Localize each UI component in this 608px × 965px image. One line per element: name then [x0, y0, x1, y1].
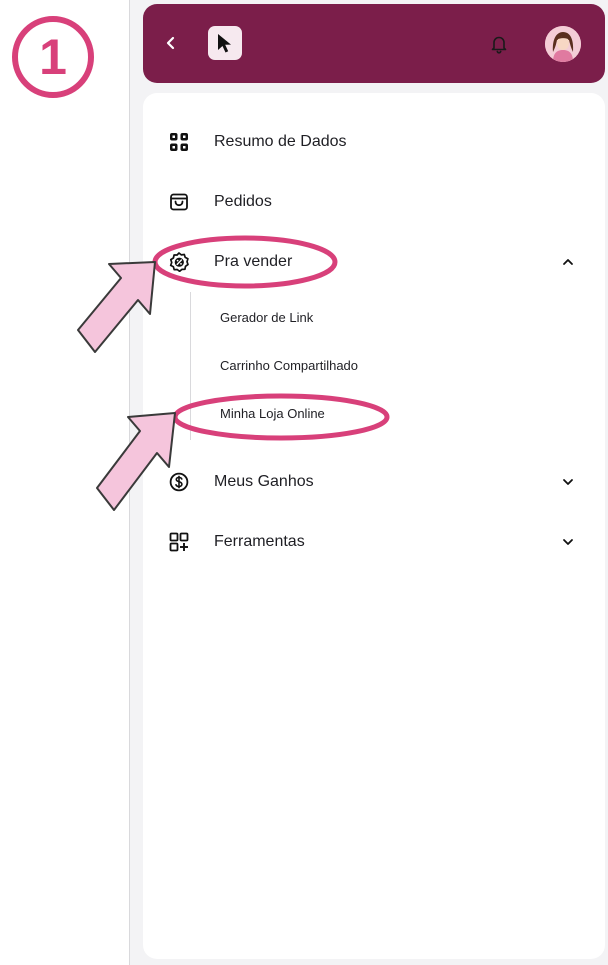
submenu-guide-line: [190, 292, 191, 440]
menu-item-label: Pedidos: [214, 193, 272, 210]
left-gutter: [0, 0, 130, 965]
chevron-down-icon: [563, 479, 573, 485]
user-avatar[interactable]: [545, 26, 581, 62]
dollar-circle-icon: [169, 472, 189, 492]
dashboard-grid-icon: [169, 132, 189, 152]
sidebar-menu-card: Resumo de Dados Pedidos Pra vender Gerad…: [143, 93, 605, 959]
chevron-left-icon: [166, 36, 175, 50]
menu-item-pedidos[interactable]: Pedidos: [143, 182, 605, 222]
apps-add-icon: [169, 532, 189, 552]
submenu-item-gerador-de-link[interactable]: Gerador de Link: [220, 305, 313, 329]
chevron-down-icon: [563, 539, 573, 545]
sidebar-header: [143, 4, 605, 83]
step-number: 1: [39, 29, 67, 85]
cursor-pointer-icon: [218, 34, 231, 53]
menu-item-label: Meus Ganhos: [214, 473, 314, 490]
menu-item-pra-vender[interactable]: Pra vender: [143, 242, 605, 282]
submenu-item-minha-loja-online[interactable]: Minha Loja Online: [220, 401, 325, 425]
notifications-button[interactable]: [488, 33, 510, 55]
submenu-item-carrinho-compartilhado[interactable]: Carrinho Compartilhado: [220, 353, 358, 377]
menu-item-ferramentas[interactable]: Ferramentas: [143, 522, 605, 562]
submenu-item-label: Carrinho Compartilhado: [220, 357, 359, 373]
tag-badge-icon: [169, 252, 189, 272]
avatar-illustration: [545, 26, 581, 62]
submenu-item-label: Minha Loja Online: [220, 405, 325, 421]
app-logo[interactable]: [208, 26, 242, 60]
menu-item-resumo-de-dados[interactable]: Resumo de Dados: [143, 122, 605, 162]
shopping-bag-icon: [169, 192, 189, 212]
menu-item-label: Ferramentas: [214, 533, 305, 550]
menu-item-label: Pra vender: [214, 253, 293, 270]
menu-item-label: Resumo de Dados: [214, 133, 347, 150]
submenu-item-label: Gerador de Link: [220, 309, 314, 325]
bell-icon: [491, 36, 507, 54]
back-button[interactable]: [159, 31, 183, 55]
chevron-up-icon: [563, 259, 573, 265]
step-number-badge: 1: [12, 16, 94, 98]
menu-item-meus-ganhos[interactable]: Meus Ganhos: [143, 462, 605, 502]
